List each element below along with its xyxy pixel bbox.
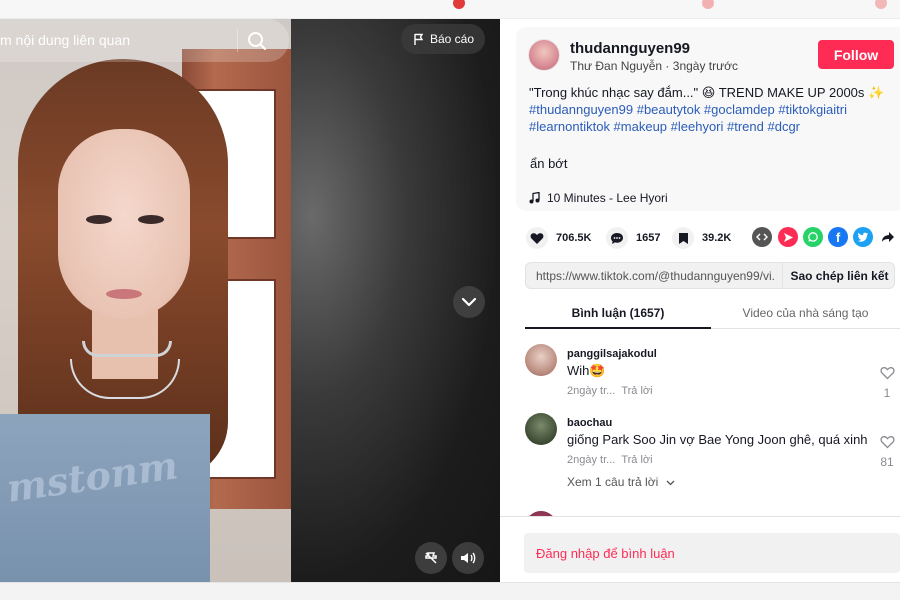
search-input[interactable]: m nội dung liên quan [0, 32, 130, 48]
twitter-icon[interactable] [853, 227, 873, 247]
follow-button[interactable]: Follow [818, 40, 894, 69]
heart-icon [526, 227, 548, 249]
video-player[interactable]: mstonm m nội dung liên quan Báo cáo [0, 19, 500, 582]
video-link-field[interactable]: https://www.tiktok.com/@thudannguyen99/v… [536, 269, 776, 283]
pip-icon [425, 552, 437, 564]
hashtags-line-1[interactable]: #thudannguyen99 #beautytok #goclamdep #t… [529, 101, 889, 118]
comment-like-button[interactable]: 1 [877, 366, 897, 400]
comment-like-button[interactable]: 81 [877, 435, 897, 469]
comment-like-count: 1 [883, 386, 891, 400]
author-subline: Thư Đan Nguyễn · 3ngày trước [570, 59, 739, 73]
video-person-face [58, 129, 190, 319]
video-info-card: thudannguyen99 Thư Đan Nguyễn · 3ngày tr… [516, 27, 900, 211]
top-indicator [875, 0, 887, 9]
show-less-link[interactable]: ẩn bớt [530, 156, 567, 171]
comment-icon [606, 227, 628, 249]
video-caption: "Trong khúc nhạc say đắm..." 😆 TREND MAK… [529, 84, 889, 135]
bottom-strip [0, 582, 900, 600]
comment-count: 1657 [636, 232, 661, 244]
comment-text: Wih🤩 [567, 363, 606, 378]
reply-button[interactable]: Trả lời [621, 454, 652, 466]
like-button[interactable]: 706.5K [526, 227, 591, 249]
share-arrow-icon[interactable] [878, 227, 898, 247]
login-to-comment-button[interactable]: Đăng nhập để bình luận [524, 533, 900, 573]
report-button[interactable]: Báo cáo [401, 24, 485, 54]
caption-text: "Trong khúc nhạc say đắm..." 😆 TREND MAK… [529, 85, 885, 100]
chevron-down-icon [666, 480, 675, 486]
post-time: 3ngày trước [672, 59, 739, 73]
comment-username[interactable]: panggilsajakodul [567, 348, 657, 360]
comment-tabs: Bình luận (1657) Video của nhà sáng tạo [525, 299, 900, 329]
search-bar[interactable]: m nội dung liên quan [0, 19, 289, 62]
top-indicator [702, 0, 714, 9]
comment-time: 2ngày tr... [567, 385, 616, 397]
comment-username[interactable]: baochau [567, 417, 612, 429]
link-copy-box: https://www.tiktok.com/@thudannguyen99/v… [525, 262, 895, 289]
tab-comments[interactable]: Bình luận (1657) [525, 306, 711, 320]
embed-icon[interactable] [752, 227, 772, 247]
flag-icon [414, 33, 424, 45]
video-person-top: mstonm [0, 414, 210, 582]
save-count: 39.2K [702, 232, 732, 244]
music-title: 10 Minutes - Lee Hyori [547, 191, 668, 205]
top-indicator [453, 0, 465, 9]
facebook-icon[interactable]: f [828, 227, 848, 247]
next-video-button[interactable] [453, 286, 485, 318]
avatar[interactable] [525, 344, 557, 376]
top-browser-strip [0, 0, 900, 19]
avatar[interactable] [525, 413, 557, 445]
copy-link-button[interactable]: Sao chép liên kết [782, 263, 896, 288]
search-icon[interactable] [246, 30, 268, 52]
heart-outline-icon [879, 436, 895, 449]
volume-button[interactable] [452, 542, 484, 574]
active-tab-indicator [525, 327, 711, 329]
reply-button[interactable]: Trả lời [621, 385, 652, 397]
action-bar: 706.5K 1657 39.2K f [526, 227, 900, 249]
comment-input-bar: Đăng nhập để bình luận [500, 516, 900, 582]
save-button[interactable]: 39.2K [672, 227, 731, 249]
avatar[interactable] [528, 39, 560, 71]
whatsapp-icon[interactable] [803, 227, 823, 247]
picture-in-picture-button[interactable] [415, 542, 447, 574]
comment-text: giống Park Soo Jin vợ Bae Yong Joon ghê,… [567, 432, 868, 447]
author-display-name[interactable]: Thư Đan Nguyễn [570, 59, 662, 73]
music-note-icon [529, 192, 540, 204]
hashtags-line-2[interactable]: #learnontiktok #makeup #leehyori #trend … [529, 118, 889, 135]
author-username[interactable]: thudannguyen99 [570, 40, 690, 57]
bookmark-icon [672, 227, 694, 249]
chevron-down-icon [461, 297, 477, 307]
comment-button[interactable]: 1657 [606, 227, 660, 249]
comment-time: 2ngày tr... [567, 454, 616, 466]
details-panel: thudannguyen99 Thư Đan Nguyễn · 3ngày tr… [500, 19, 900, 582]
music-link[interactable]: 10 Minutes - Lee Hyori [529, 191, 668, 205]
heart-outline-icon [879, 367, 895, 380]
volume-icon [461, 552, 476, 564]
like-count: 706.5K [556, 232, 592, 244]
comment-like-count: 81 [880, 455, 894, 469]
send-icon[interactable] [778, 227, 798, 247]
video-frame[interactable]: mstonm [0, 19, 291, 582]
tiktok-video-page: mstonm m nội dung liên quan Báo cáo thud… [0, 0, 900, 600]
report-label: Báo cáo [430, 32, 475, 46]
view-replies-button[interactable]: Xem 1 câu trả lời [567, 475, 675, 489]
tab-creator-videos[interactable]: Video của nhà sáng tạo [711, 306, 900, 320]
comment-list[interactable]: panggilsajakodul Wih🤩 2ngày tr... Trả lời… [525, 339, 900, 517]
